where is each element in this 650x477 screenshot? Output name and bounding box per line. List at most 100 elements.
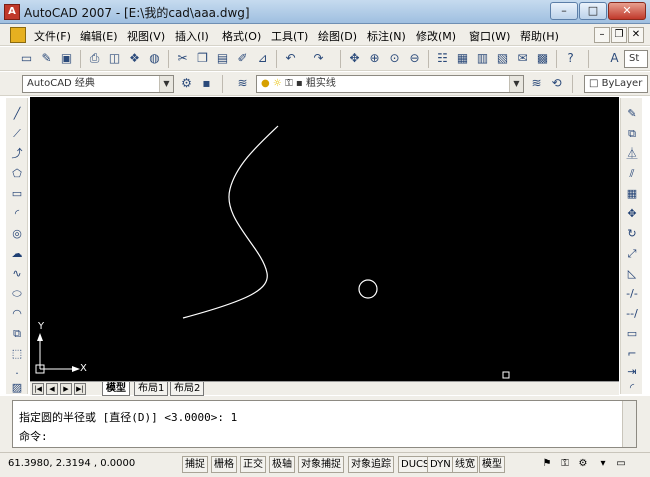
- make-object-layer-current-icon[interactable]: ≋: [528, 75, 545, 92]
- spline-icon[interactable]: ∿: [9, 266, 25, 282]
- menu-window[interactable]: 窗口(W): [469, 28, 510, 44]
- grid-toggle[interactable]: 栅格: [211, 456, 237, 473]
- layer-manager-icon[interactable]: ≋: [234, 75, 251, 92]
- communication-center-icon[interactable]: ⚑: [540, 457, 554, 471]
- publish-icon[interactable]: ❖: [126, 50, 143, 67]
- chevron-down-icon[interactable]: ▼: [159, 76, 173, 92]
- calculator-icon[interactable]: ▩: [534, 50, 551, 67]
- zoom-realtime-icon[interactable]: ⊕: [366, 50, 383, 67]
- menu-draw[interactable]: 绘图(D): [318, 28, 357, 44]
- properties-icon[interactable]: ☷: [434, 50, 451, 67]
- next-tab-button[interactable]: ▶: [60, 383, 72, 395]
- layer-select[interactable]: ● ☼ ⚿ ▪ 粗实线 ▼: [256, 75, 524, 93]
- publish-web-icon[interactable]: ◍: [146, 50, 163, 67]
- title-bar[interactable]: A AutoCAD 2007 - [E:\我的cad\aaa.dwg] – □ …: [0, 0, 650, 24]
- redo-icon[interactable]: ↷: [310, 50, 327, 67]
- break-icon[interactable]: ▭: [624, 326, 640, 342]
- tab-layout2[interactable]: 布局2: [170, 382, 205, 396]
- first-tab-button[interactable]: |◀: [32, 383, 44, 395]
- open-file-icon[interactable]: ✎: [38, 50, 55, 67]
- match-properties-icon[interactable]: ✐: [234, 50, 251, 67]
- menu-dimension[interactable]: 标注(N): [367, 28, 406, 44]
- markup-icon[interactable]: ✉: [514, 50, 531, 67]
- doc-close-button[interactable]: ✕: [628, 27, 644, 43]
- stretch-icon[interactable]: ◺: [624, 266, 640, 282]
- ellipse-arc-icon[interactable]: ◠: [9, 306, 25, 322]
- scale-icon[interactable]: ⤢: [624, 246, 640, 262]
- snap-toggle[interactable]: 捕捉: [182, 456, 208, 473]
- hatch-icon[interactable]: ▨: [9, 380, 25, 396]
- line-icon[interactable]: ╱: [9, 106, 25, 122]
- copy-icon[interactable]: ❐: [194, 50, 211, 67]
- minimize-button[interactable]: –: [550, 2, 578, 20]
- clean-screen-icon[interactable]: ▭: [614, 457, 628, 471]
- dyn-toggle[interactable]: DYN: [427, 456, 454, 473]
- tab-model[interactable]: 模型: [102, 382, 130, 396]
- chevron-down-icon[interactable]: ▼: [509, 76, 523, 92]
- model-toggle[interactable]: 模型: [479, 456, 505, 473]
- copy-object-icon[interactable]: ⧉: [624, 126, 640, 142]
- new-file-icon[interactable]: ▭: [18, 50, 35, 67]
- document-menu-icon[interactable]: [10, 27, 26, 43]
- workspace-settings-icon[interactable]: ⚙: [178, 75, 195, 92]
- paste-icon[interactable]: ▤: [214, 50, 231, 67]
- save-icon[interactable]: ▣: [58, 50, 75, 67]
- zoom-window-icon[interactable]: ⊙: [386, 50, 403, 67]
- command-scrollbar[interactable]: [622, 401, 636, 447]
- command-window[interactable]: 指定圆的半径或 [直径(D)] <3.0000>: 1 命令:: [12, 400, 637, 448]
- offset-icon[interactable]: ⫽: [624, 166, 640, 182]
- autocad-app-icon[interactable]: A: [4, 4, 20, 20]
- array-icon[interactable]: ▦: [624, 186, 640, 202]
- block-editor-icon[interactable]: ⊿: [254, 50, 271, 67]
- menu-modify[interactable]: 修改(M): [416, 28, 456, 44]
- fillet-icon[interactable]: ◜: [624, 380, 640, 396]
- design-center-icon[interactable]: ▦: [454, 50, 471, 67]
- lock-toolbar-icon[interactable]: ⚿: [558, 457, 572, 471]
- trim-icon[interactable]: -/-: [624, 286, 640, 302]
- doc-restore-button[interactable]: ❐: [611, 27, 627, 43]
- ellipse-icon[interactable]: ⬭: [9, 286, 25, 302]
- workspace-select[interactable]: AutoCAD 经典 ▼: [22, 75, 174, 93]
- menu-help[interactable]: 帮助(H): [520, 28, 559, 44]
- osnap-toggle[interactable]: 对象捕捉: [298, 456, 344, 473]
- prev-tab-button[interactable]: ◀: [46, 383, 58, 395]
- menu-format[interactable]: 格式(O): [222, 28, 261, 44]
- coordinate-readout[interactable]: 61.3980, 2.3194 , 0.0000: [8, 458, 135, 469]
- status-menu-arrow-icon[interactable]: ▾: [596, 457, 610, 471]
- save-workspace-icon[interactable]: ▪: [198, 75, 215, 92]
- cut-icon[interactable]: ✂: [174, 50, 191, 67]
- help-icon[interactable]: ?: [562, 50, 579, 67]
- menu-file[interactable]: 文件(F): [34, 28, 71, 44]
- make-block-icon[interactable]: ⬚: [9, 346, 25, 362]
- drawing-canvas[interactable]: Y X: [30, 97, 619, 381]
- text-style-combo[interactable]: St: [624, 50, 648, 68]
- revision-cloud-icon[interactable]: ☁: [9, 246, 25, 262]
- menu-tools[interactable]: 工具(T): [271, 28, 308, 44]
- lineweight-toggle[interactable]: 线宽: [452, 456, 478, 473]
- rotate-icon[interactable]: ↻: [624, 226, 640, 242]
- close-button[interactable]: ✕: [608, 2, 646, 20]
- color-control[interactable]: □ ByLayer: [584, 75, 648, 93]
- menu-insert[interactable]: 插入(I): [175, 28, 209, 44]
- erase-icon[interactable]: ✎: [624, 106, 640, 122]
- print-icon[interactable]: ⎙: [86, 50, 103, 67]
- extend-icon[interactable]: --/: [624, 306, 640, 322]
- join-icon[interactable]: ⇥: [624, 364, 640, 380]
- tray-settings-icon[interactable]: ⚙: [576, 457, 590, 471]
- otrack-toggle[interactable]: 对象追踪: [348, 456, 394, 473]
- tab-layout1[interactable]: 布局1: [134, 382, 169, 396]
- menu-edit[interactable]: 编辑(E): [80, 28, 118, 44]
- command-prompt[interactable]: 命令:: [19, 428, 48, 444]
- mirror-icon[interactable]: ⏅: [624, 146, 640, 162]
- ortho-toggle[interactable]: 正交: [240, 456, 266, 473]
- arc-icon[interactable]: ◜: [9, 206, 25, 222]
- chamfer-icon[interactable]: ⌐: [624, 346, 640, 362]
- polygon-icon[interactable]: ⬠: [9, 166, 25, 182]
- pan-icon[interactable]: ✥: [346, 50, 363, 67]
- last-tab-button[interactable]: ▶|: [74, 383, 86, 395]
- doc-minimize-button[interactable]: –: [594, 27, 610, 43]
- tool-palettes-icon[interactable]: ▥: [474, 50, 491, 67]
- move-icon[interactable]: ✥: [624, 206, 640, 222]
- construction-line-icon[interactable]: ⟋: [9, 126, 25, 142]
- layer-previous-icon[interactable]: ⟲: [548, 75, 565, 92]
